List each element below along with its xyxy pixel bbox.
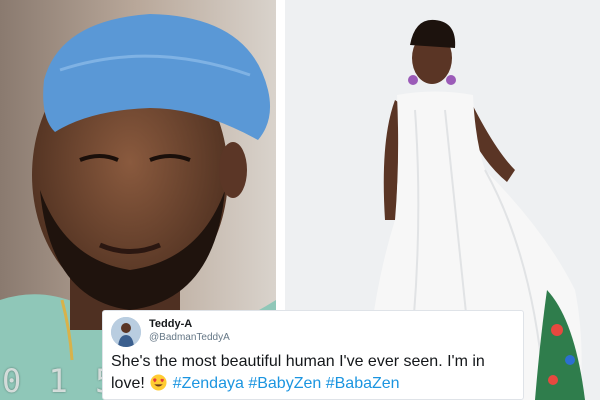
hashtag-link[interactable]: #BabyZen	[248, 375, 321, 392]
hashtag-link[interactable]: #Zendaya	[173, 375, 244, 392]
hashtag-link[interactable]: #BabaZen	[326, 375, 400, 392]
user-handle[interactable]: @BadmanTeddyA	[149, 332, 230, 343]
tweet-card: Teddy-A @BadmanTeddyA She's the most bea…	[102, 310, 524, 400]
tweet-text: She's the most beautiful human I've ever…	[111, 351, 521, 398]
video-timer: 0 1 5	[2, 362, 119, 400]
heart-eyes-emoji-icon	[150, 374, 167, 398]
display-name[interactable]: Teddy-A	[149, 318, 192, 330]
profile-avatar[interactable]	[111, 317, 141, 347]
